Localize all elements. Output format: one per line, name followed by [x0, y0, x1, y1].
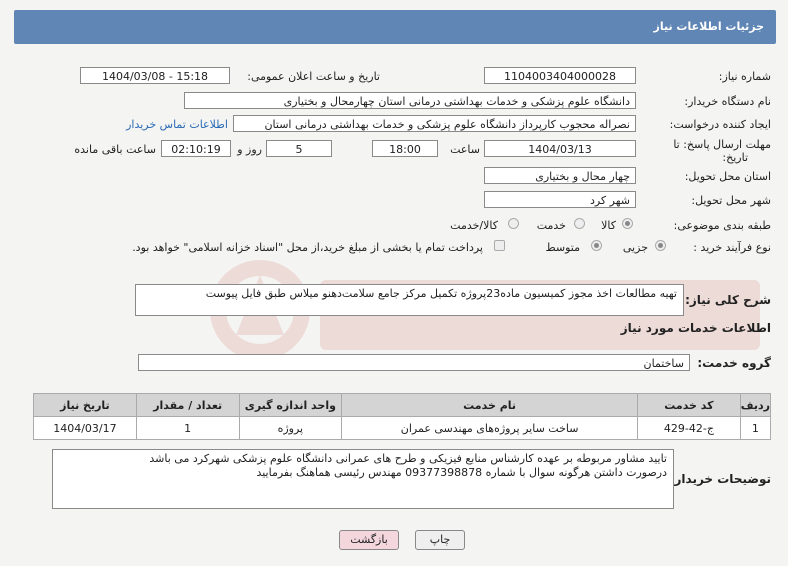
buyer-label: نام دستگاه خریدار: — [684, 95, 771, 108]
province-field: چهار محال و بختیاری — [484, 167, 636, 184]
payment-note: پرداخت تمام یا بخشی از مبلغ خرید،از محل … — [132, 241, 483, 254]
remaining-time-field: 02:10:19 — [161, 140, 231, 157]
buyer-name-field: دانشگاه علوم پزشکی و خدمات بهداشتی درمان… — [184, 92, 636, 109]
process-radio-medium[interactable] — [591, 240, 602, 251]
process-radio-minor[interactable] — [655, 240, 666, 251]
header-bar: جزئیات اطلاعات نیاز — [14, 10, 776, 44]
cell-code: ج-42-429 — [637, 416, 741, 440]
cell-date: 1404/03/17 — [33, 416, 137, 440]
days-field: 5 — [266, 140, 332, 157]
cell-service-name: ساخت سایر پروژه‌های مهندسی عمران — [341, 416, 639, 440]
deadline-date-field: 1404/03/13 — [484, 140, 636, 157]
deadline-time-field: 18:00 — [372, 140, 438, 157]
treasury-payment-checkbox[interactable] — [494, 240, 505, 251]
city-label: شهر محل تحویل: — [691, 194, 771, 207]
summary-label: شرح کلی نیاز: — [685, 293, 771, 307]
need-number-field: 1104003404000028 — [484, 67, 636, 84]
back-button[interactable]: بازگشت — [339, 530, 399, 550]
service-group-label: گروه خدمت: — [697, 356, 771, 370]
category-option-goods: کالا — [601, 219, 616, 232]
buyer-contact-link[interactable]: اطلاعات تماس خریدار — [126, 118, 228, 131]
announce-datetime-field: 1404/03/08 - 15:18 — [80, 67, 230, 84]
col-row-header: ردیف — [739, 393, 772, 417]
cell-unit: پروژه — [238, 416, 343, 440]
process-option-medium: متوسط — [545, 241, 580, 254]
category-option-goods-service: کالا/خدمت — [450, 219, 498, 232]
col-code-header: کد خدمت — [637, 393, 741, 417]
col-service-name-header: نام خدمت — [341, 393, 639, 417]
time-label: ساعت — [450, 143, 480, 156]
announce-label: تاریخ و ساعت اعلان عمومی: — [247, 70, 380, 83]
print-button[interactable]: چاپ — [415, 530, 465, 550]
buyer-notes-textarea[interactable]: تایید مشاور مربوطه بر عهده کارشناس منابع… — [52, 449, 674, 509]
creator-field: نصراله محجوب کارپرداز دانشگاه علوم پزشکی… — [233, 115, 636, 132]
deadline-label: مهلت ارسال پاسخ: تا — [673, 138, 771, 151]
process-label: نوع فرآیند خرید : — [693, 241, 771, 254]
creator-label: ایجاد کننده درخواست: — [669, 118, 771, 131]
buyer-notes-line-1: تایید مشاور مربوطه بر عهده کارشناس منابع… — [149, 452, 667, 465]
days-label: روز و — [237, 143, 262, 156]
col-quantity-header: تعداد / مقدار — [135, 393, 240, 417]
cell-quantity: 1 — [135, 416, 240, 440]
category-radio-goods-service[interactable] — [508, 218, 519, 229]
page-title: جزئیات اطلاعات نیاز — [653, 20, 765, 33]
table-header-row: ردیف کد خدمت نام خدمت واحد اندازه گیری ت… — [33, 393, 772, 417]
category-label: طبقه بندی موضوعی: — [673, 219, 771, 232]
service-group-field: ساختمان — [138, 354, 690, 371]
buyer-notes-line-2: درصورت داشتن هرگونه سوال با شماره 093773… — [256, 466, 667, 479]
services-heading: اطلاعات خدمات مورد نیاز — [620, 321, 771, 335]
province-label: استان محل تحویل: — [684, 170, 771, 183]
need-number-label: شماره نیاز: — [718, 70, 771, 83]
buyer-notes-label: توضیحات خریدار: — [669, 472, 771, 486]
category-radio-service[interactable] — [574, 218, 585, 229]
services-table: ردیف کد خدمت نام خدمت واحد اندازه گیری ت… — [33, 393, 772, 440]
category-radio-goods[interactable] — [622, 218, 633, 229]
process-option-minor: جزیی — [622, 241, 648, 254]
col-date-header: تاریخ نیاز — [33, 393, 137, 417]
table-row: 1 ج-42-429 ساخت سایر پروژه‌های مهندسی عم… — [33, 416, 772, 440]
category-option-service: خدمت — [536, 219, 566, 232]
deadline-date-label: تاریخ: — [722, 151, 748, 164]
col-unit-header: واحد اندازه گیری — [238, 393, 343, 417]
remaining-label: ساعت باقی مانده — [74, 143, 156, 156]
city-field: شهر کرد — [484, 191, 636, 208]
summary-text: تهیه مطالعات اخذ مجوز کمیسیون ماده23پروژ… — [205, 287, 677, 300]
cell-row: 1 — [739, 416, 772, 440]
summary-textarea[interactable]: تهیه مطالعات اخذ مجوز کمیسیون ماده23پروژ… — [135, 284, 684, 316]
